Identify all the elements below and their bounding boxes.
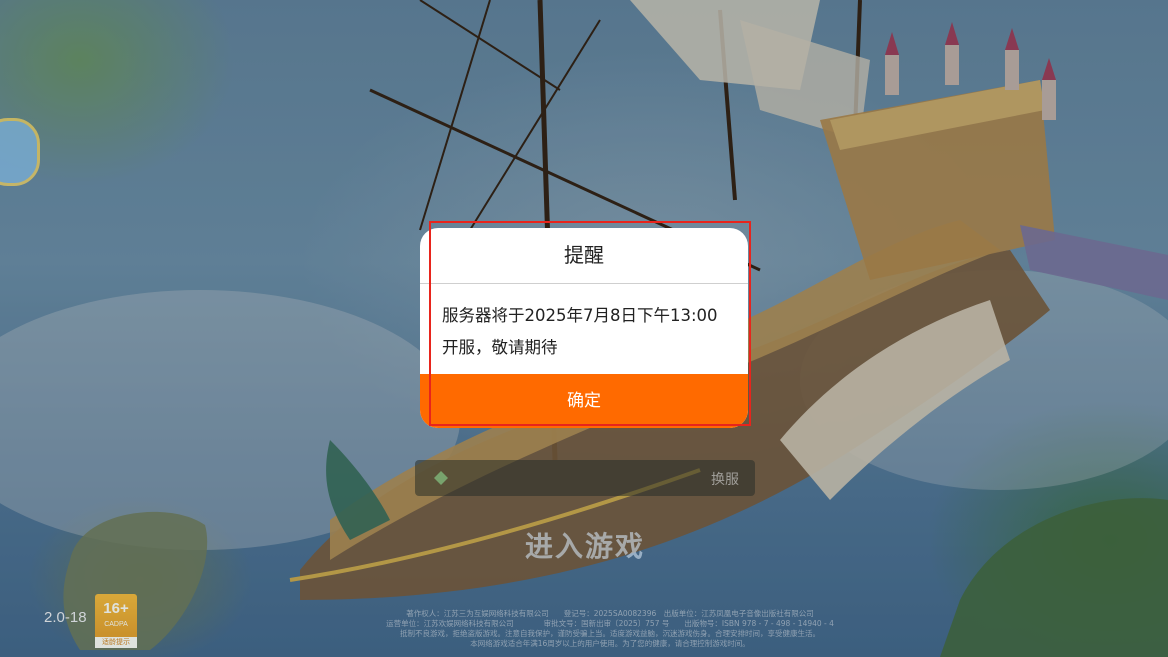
dialog-message: 服务器将于2025年7月8日下午13:00 开服，敬请期待	[420, 284, 748, 375]
notice-dialog: 提醒 服务器将于2025年7月8日下午13:00 开服，敬请期待 确定	[420, 228, 748, 428]
dialog-message-line-1: 服务器将于2025年7月8日下午13:00	[442, 306, 718, 325]
legal-line-3: 抵制不良游戏，拒绝盗版游戏。注意自我保护，谨防受骗上当。适度游戏益脑，沉迷游戏伤…	[400, 629, 820, 638]
legal-line-4: 本网络游戏适合年满16周岁以上的用户使用。为了您的健康，请合理控制游戏时间。	[470, 639, 750, 648]
server-select-bar[interactable]: 换服	[415, 460, 755, 496]
age-rating-tip: 适龄提示	[95, 637, 137, 648]
enter-game-button[interactable]: 进入游戏	[470, 518, 700, 572]
age-rating-org: CADPA	[104, 621, 128, 628]
server-status-icon	[434, 471, 448, 485]
switch-server-button[interactable]: 换服	[711, 469, 739, 489]
age-rating-number: 16+	[103, 600, 129, 617]
dialog-message-line-2: 开服，敬请期待	[442, 338, 558, 357]
legal-line-1: 著作权人：江苏三为互娱网络科技有限公司 登记号：2025SA0082396 出版…	[406, 609, 814, 618]
side-logo	[0, 118, 40, 186]
version-label: 2.0-18	[44, 609, 87, 626]
confirm-button[interactable]: 确定	[420, 374, 748, 428]
legal-line-2: 运营单位：江苏欢娱网络科技有限公司 审批文号：国新出审〔2025〕757 号 出…	[386, 619, 834, 628]
age-rating-badge[interactable]: 16+ CADPA 适龄提示	[95, 594, 137, 648]
dialog-title: 提醒	[420, 228, 748, 284]
